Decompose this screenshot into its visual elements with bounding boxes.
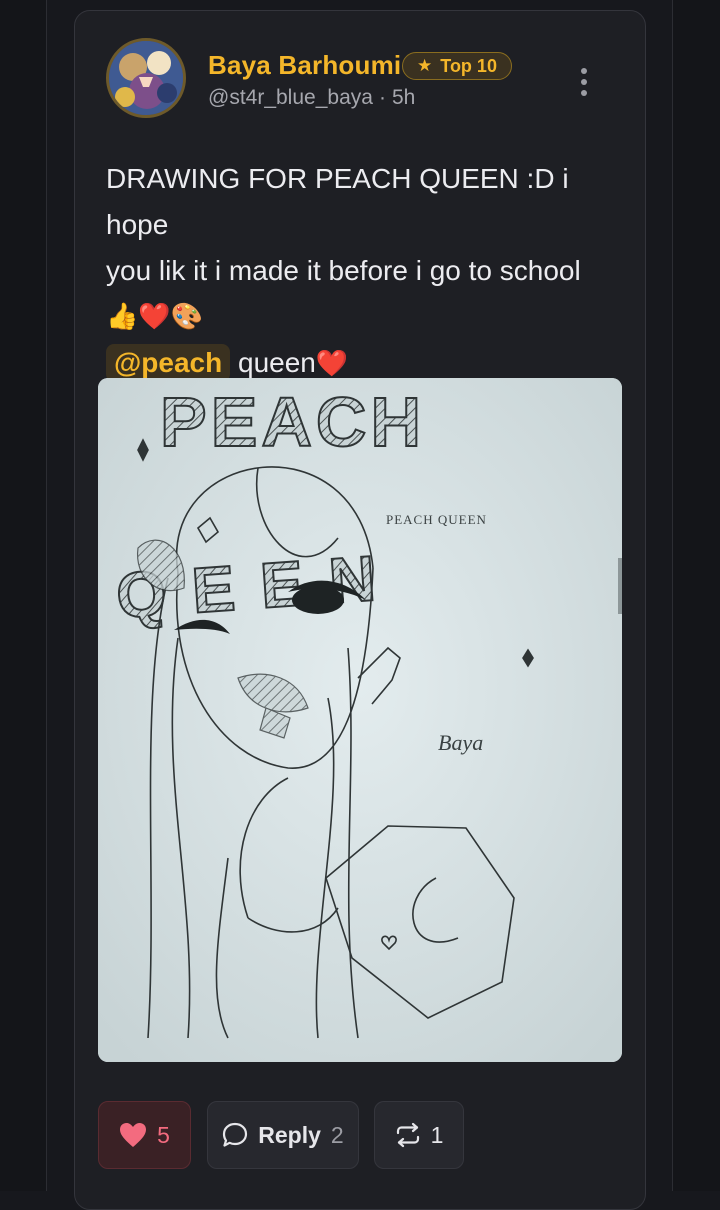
comment-icon [223, 1122, 248, 1147]
more-dot [581, 90, 587, 96]
post-body: DRAWING FOR PEACH QUEEN :D i hope you li… [106, 156, 626, 387]
left-rail [0, 0, 47, 1191]
rank-badge: ★ Top 10 [402, 52, 512, 80]
repost-count: 1 [430, 1121, 444, 1148]
like-count: 5 [157, 1121, 170, 1148]
repost-icon [396, 1122, 419, 1148]
post-image[interactable]: PEACH PEACH QUEEN QEEN Baya [98, 378, 622, 1062]
drawing-caption: PEACH QUEEN [386, 512, 487, 527]
heart-icon [120, 1123, 147, 1147]
reply-button[interactable]: Reply 2 [207, 1101, 359, 1169]
author-handle[interactable]: @st4r_blue_baya [208, 86, 373, 109]
post-text-line: you lik it i made it before i go to scho… [106, 255, 581, 286]
author-avatar[interactable] [106, 38, 186, 118]
heart-emoji: ❤️ [315, 349, 349, 379]
badge-label: Top 10 [440, 55, 497, 76]
meta-separator: · [378, 86, 386, 109]
author-name[interactable]: Baya Barhoumi [208, 50, 401, 81]
more-vertical-icon [581, 68, 587, 74]
drawing-title-top: PEACH [160, 383, 425, 461]
more-options-button[interactable] [572, 64, 596, 100]
more-dot [581, 79, 587, 85]
right-rail [672, 0, 720, 1191]
star-icon: ★ [417, 56, 433, 75]
post-text-line: DRAWING FOR PEACH QUEEN :D i hope [106, 163, 569, 240]
like-button[interactable]: 5 [98, 1101, 191, 1169]
post-emoji-line: 👍❤️🎨 [106, 302, 204, 332]
reply-label: Reply [258, 1121, 321, 1148]
mention-link[interactable]: @peach [106, 344, 231, 382]
repost-button[interactable]: 1 [374, 1101, 464, 1169]
mention-text: queen [238, 347, 316, 378]
author-meta: @st4r_blue_baya · 5h [208, 86, 415, 110]
post-time: 5h [391, 86, 416, 109]
reply-count: 2 [330, 1121, 344, 1148]
drawing-signature: Baya [438, 730, 483, 755]
